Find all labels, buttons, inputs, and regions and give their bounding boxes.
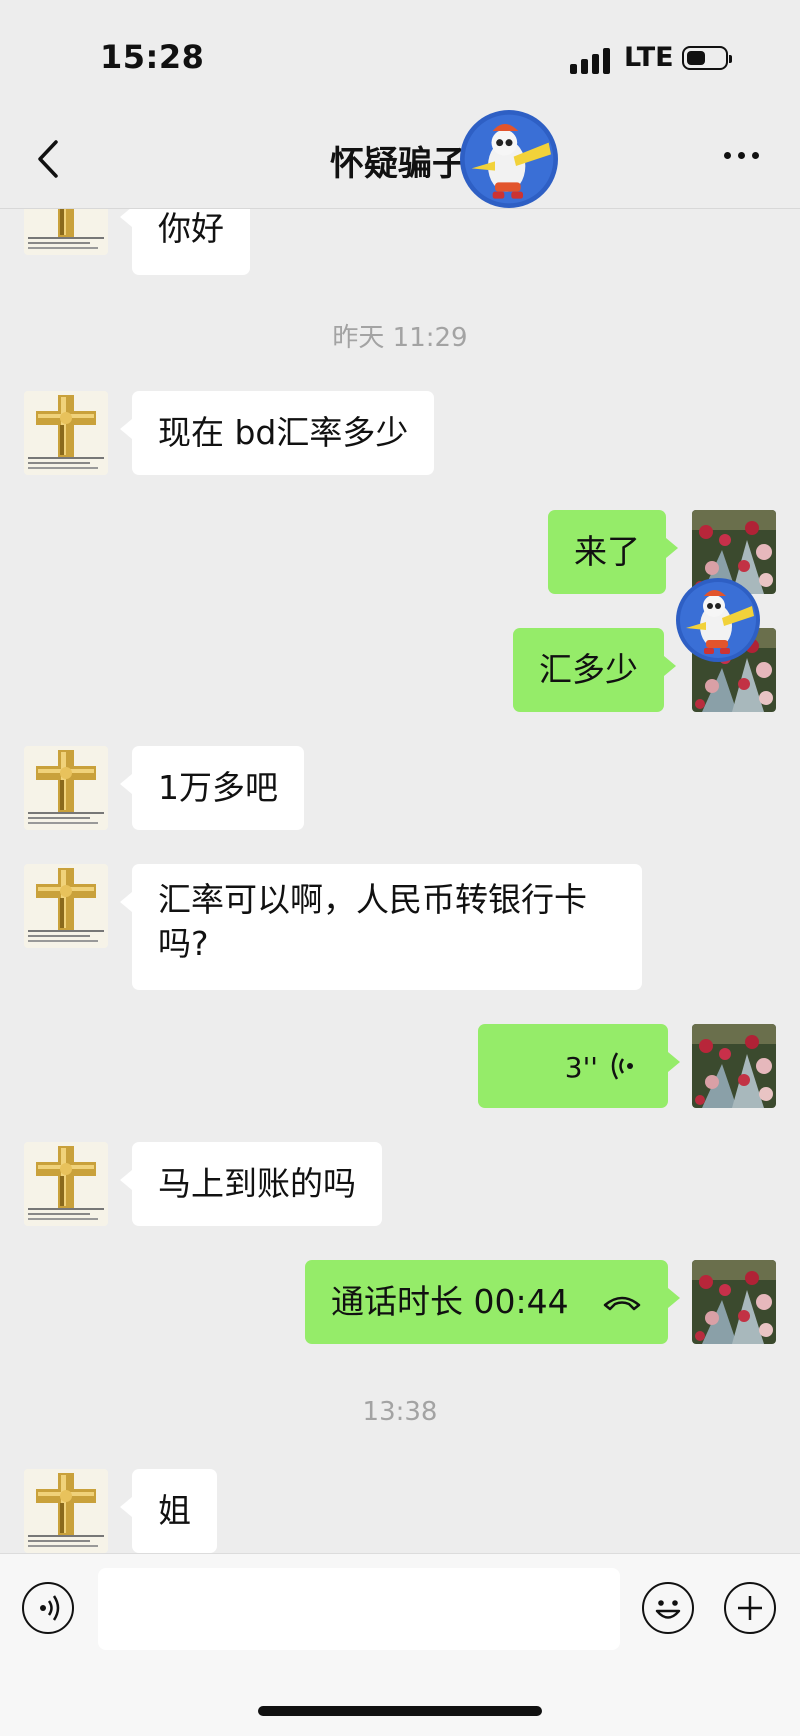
signal-icon xyxy=(570,46,612,74)
phone-hangup-icon xyxy=(603,1296,641,1311)
voice-duration: 3'' xyxy=(564,1051,598,1084)
message-bubble-outgoing[interactable]: 来了 xyxy=(548,510,678,594)
contact-avatar[interactable] xyxy=(24,1469,108,1553)
voice-toggle-icon[interactable] xyxy=(22,1582,74,1634)
contact-sticker-avatar xyxy=(460,110,558,208)
my-avatar[interactable] xyxy=(692,1260,776,1344)
contact-avatar[interactable] xyxy=(24,864,108,948)
nav-bar: 怀疑骗子 xyxy=(0,110,800,209)
message-bubble-incoming[interactable]: 姐 xyxy=(120,1469,217,1553)
my-avatar[interactable] xyxy=(692,1024,776,1108)
message-bubble-incoming[interactable]: 你好 xyxy=(120,209,250,275)
message-bubble-incoming[interactable]: 1万多吧 xyxy=(120,746,304,830)
call-duration-text: 通话时长 00:44 xyxy=(331,1282,569,1321)
emoji-icon[interactable] xyxy=(642,1582,694,1634)
network-type: LTE xyxy=(624,42,674,73)
status-time: 15:28 xyxy=(100,38,205,76)
floating-sticker xyxy=(676,578,760,662)
contact-avatar[interactable] xyxy=(24,746,108,830)
more-dots-icon[interactable] xyxy=(722,148,762,162)
status-bar: 15:28 LTE xyxy=(0,0,800,110)
plus-icon[interactable] xyxy=(724,1582,776,1634)
message-list[interactable]: 你好 昨天 11:29 现在 bd汇率多少 来了 汇多少 1万多吧 汇率可以啊，… xyxy=(0,209,800,1553)
battery-icon xyxy=(682,46,732,70)
call-record-bubble[interactable]: 通话时长 00:44 xyxy=(305,1260,680,1344)
message-bubble-outgoing[interactable]: 汇多少 xyxy=(513,628,676,712)
message-input[interactable] xyxy=(98,1568,620,1650)
message-bubble-incoming[interactable]: 汇率可以啊，人民币转银行卡吗? xyxy=(120,864,642,990)
voice-wave-icon xyxy=(611,1052,633,1080)
voice-message-bubble[interactable]: 3'' xyxy=(478,1024,680,1108)
contact-avatar[interactable] xyxy=(24,209,108,255)
contact-avatar[interactable] xyxy=(24,391,108,475)
message-bubble-incoming[interactable]: 马上到账的吗 xyxy=(120,1142,382,1226)
chat-title[interactable]: 怀疑骗子 xyxy=(330,136,466,185)
input-bar xyxy=(0,1553,800,1736)
timestamp: 昨天 11:29 xyxy=(332,323,468,353)
chevron-left-icon[interactable] xyxy=(30,134,70,184)
message-bubble-incoming[interactable]: 现在 bd汇率多少 xyxy=(119,391,435,475)
timestamp: 13:38 xyxy=(362,1397,438,1427)
home-indicator[interactable] xyxy=(258,1706,542,1716)
contact-avatar[interactable] xyxy=(24,1142,108,1226)
